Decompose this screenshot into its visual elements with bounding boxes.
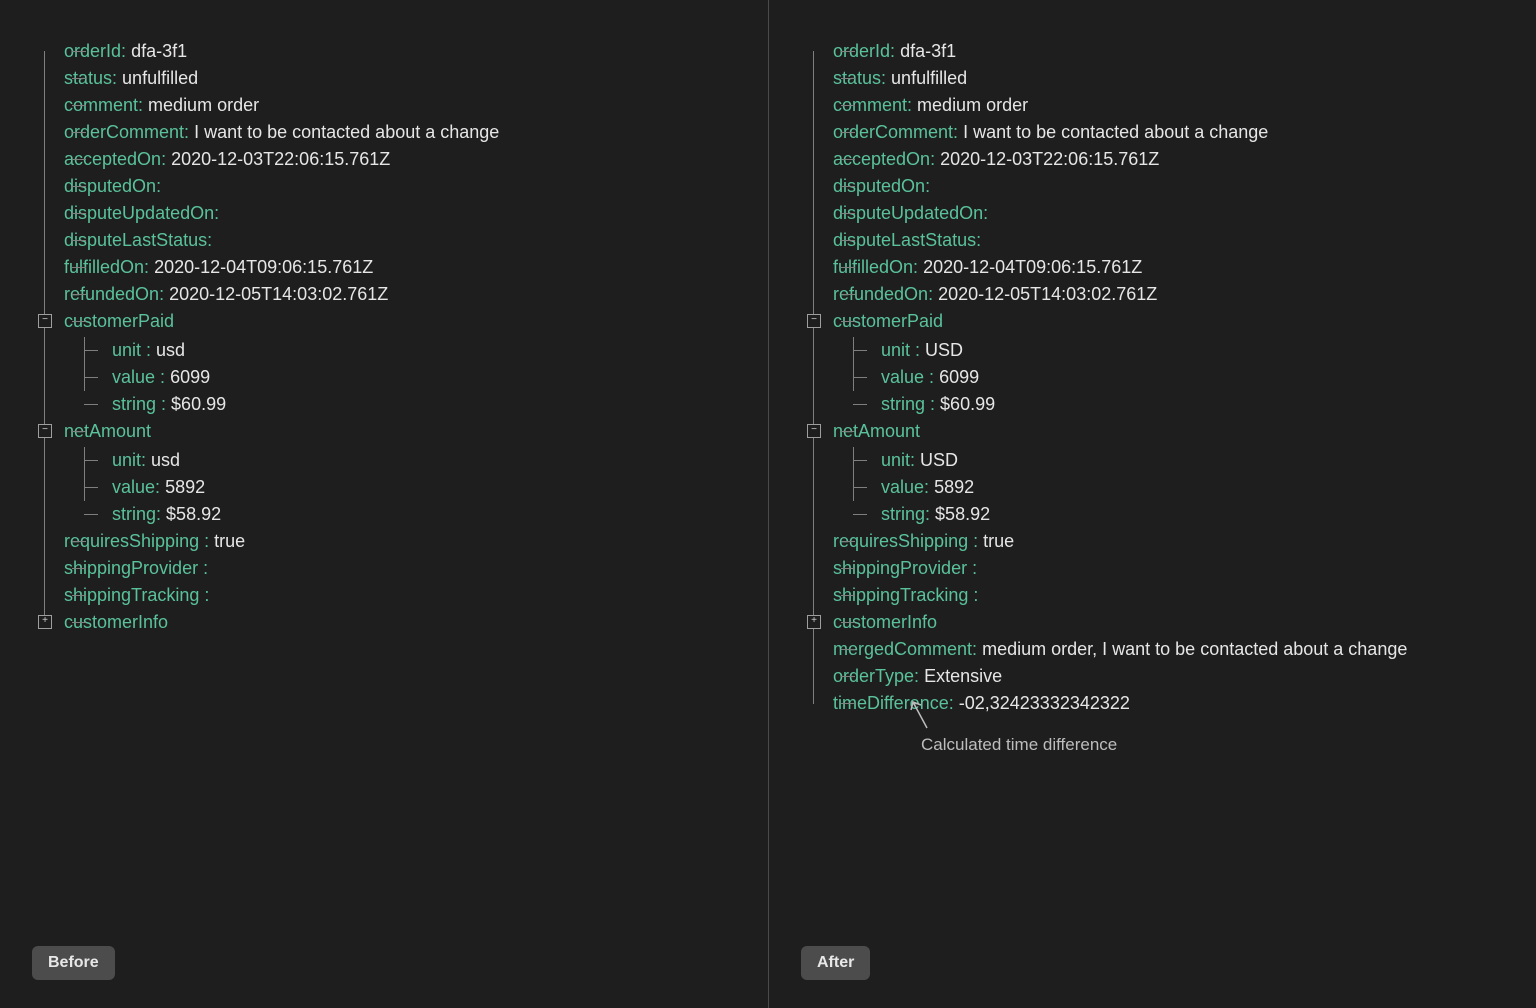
tree-row: shippingTracking :	[64, 582, 209, 609]
tree-row: value: 5892	[112, 474, 205, 501]
tree-row: comment: medium order	[64, 92, 259, 119]
tree-row: fulfilledOn: 2020-12-04T09:06:15.761Z	[64, 254, 373, 281]
before-pane: orderId: dfa-3f1 status: unfulfilled com…	[0, 0, 768, 1008]
tree-row: orderComment: I want to be contacted abo…	[64, 119, 499, 146]
tree-row: orderType: Extensive	[833, 663, 1002, 690]
tree-row: string: $58.92	[881, 501, 990, 528]
tree-row: netAmount	[833, 418, 920, 445]
tree-row: requiresShipping : true	[64, 528, 245, 555]
tree-row: customerInfo	[833, 609, 937, 636]
collapse-toggle[interactable]: −	[38, 424, 52, 438]
tree-row: unit: USD	[881, 447, 958, 474]
tree-row: orderId: dfa-3f1	[833, 38, 956, 65]
tree-row: shippingProvider :	[833, 555, 977, 582]
tree-row: netAmount	[64, 418, 151, 445]
tree-row: timeDifference: -02,32423332342322	[833, 690, 1130, 717]
tree-row: disputeLastStatus:	[64, 227, 212, 254]
tree-row: disputedOn:	[833, 173, 930, 200]
annotation-label: Calculated time difference	[921, 735, 1117, 755]
tree-row: shippingTracking :	[833, 582, 978, 609]
tree-row: disputeUpdatedOn:	[833, 200, 988, 227]
tree-row: string : $60.99	[112, 391, 226, 418]
collapse-toggle[interactable]: −	[38, 314, 52, 328]
tree-row: value : 6099	[881, 364, 979, 391]
diff-view: orderId: dfa-3f1 status: unfulfilled com…	[0, 0, 1536, 1008]
annotation-arrow-icon	[909, 700, 931, 730]
tree-row: string: $58.92	[112, 501, 221, 528]
tree-row: orderComment: I want to be contacted abo…	[833, 119, 1268, 146]
tree-row: value : 6099	[112, 364, 210, 391]
tree-row: customerPaid	[833, 308, 943, 335]
expand-toggle[interactable]: +	[38, 615, 52, 629]
tree-row: requiresShipping : true	[833, 528, 1014, 555]
tree-row: customerPaid	[64, 308, 174, 335]
collapse-toggle[interactable]: −	[807, 424, 821, 438]
tree-row: shippingProvider :	[64, 555, 208, 582]
before-label: Before	[32, 946, 115, 980]
tree-row: unit: usd	[112, 447, 180, 474]
after-label: After	[801, 946, 870, 980]
tree-row: status: unfulfilled	[833, 65, 967, 92]
tree-row: disputeUpdatedOn:	[64, 200, 219, 227]
tree-row: comment: medium order	[833, 92, 1028, 119]
tree-row: refundedOn: 2020-12-05T14:03:02.761Z	[64, 281, 388, 308]
expand-toggle[interactable]: +	[807, 615, 821, 629]
before-tree: orderId: dfa-3f1 status: unfulfilled com…	[36, 38, 740, 636]
tree-row: unit : USD	[881, 337, 963, 364]
tree-row: value: 5892	[881, 474, 974, 501]
tree-row: fulfilledOn: 2020-12-04T09:06:15.761Z	[833, 254, 1142, 281]
tree-row: disputeLastStatus:	[833, 227, 981, 254]
after-tree: orderId: dfa-3f1 status: unfulfilled com…	[805, 38, 1508, 717]
tree-row: unit : usd	[112, 337, 185, 364]
tree-row: refundedOn: 2020-12-05T14:03:02.761Z	[833, 281, 1157, 308]
tree-row: mergedComment: medium order, I want to b…	[833, 636, 1407, 663]
tree-row: acceptedOn: 2020-12-03T22:06:15.761Z	[64, 146, 390, 173]
after-pane: orderId: dfa-3f1 status: unfulfilled com…	[768, 0, 1536, 1008]
tree-row: string : $60.99	[881, 391, 995, 418]
tree-row: orderId: dfa-3f1	[64, 38, 187, 65]
tree-row: status: unfulfilled	[64, 65, 198, 92]
tree-row: disputedOn:	[64, 173, 161, 200]
collapse-toggle[interactable]: −	[807, 314, 821, 328]
tree-row: customerInfo	[64, 609, 168, 636]
tree-row: acceptedOn: 2020-12-03T22:06:15.761Z	[833, 146, 1159, 173]
